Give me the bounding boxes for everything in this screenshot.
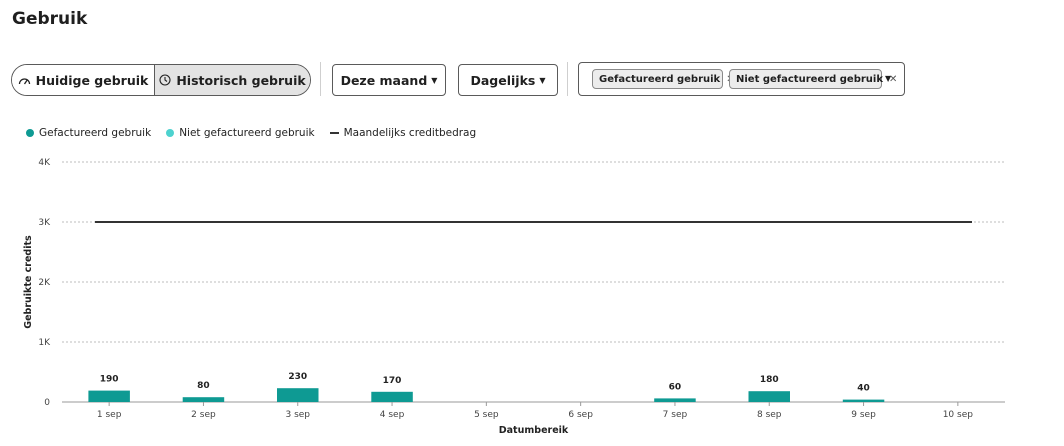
bar-data-label: 190 — [100, 375, 119, 385]
y-axis-title: Gebruikte credits — [23, 235, 34, 329]
x-tick-label: 9 sep — [851, 410, 876, 420]
x-tick-label: 1 sep — [97, 410, 122, 420]
x-tick-label: 7 sep — [663, 410, 688, 420]
x-tick-label: 8 sep — [757, 410, 782, 420]
x-tick-label: 4 sep — [380, 410, 405, 420]
bar-billed — [88, 390, 130, 402]
y-tick-label: 2K — [38, 278, 51, 288]
bar-data-label: 230 — [288, 372, 307, 382]
bar-data-label: 80 — [197, 381, 210, 391]
bar-billed — [182, 397, 225, 402]
y-tick-label: 4K — [38, 158, 51, 168]
y-tick-label: 0 — [44, 398, 50, 408]
bar-data-label: 180 — [760, 375, 779, 385]
x-tick-label: 3 sep — [285, 410, 310, 420]
x-tick-label: 10 sep — [943, 410, 974, 420]
y-tick-label: 1K — [38, 338, 51, 348]
x-axis-title: Datumbereik — [499, 425, 569, 436]
x-tick-label: 2 sep — [191, 410, 216, 420]
y-tick-label: 3K — [38, 218, 51, 228]
bar-billed — [277, 388, 319, 402]
x-tick-label: 5 sep — [474, 410, 499, 420]
usage-bar-chart: 0 1K 2K 3K 4K 190 1 sep 80 2 sep 230 3 sep 170 4 sep… — [23, 158, 1005, 436]
x-tick-label: 6 sep — [568, 410, 593, 420]
bar-billed — [654, 398, 696, 402]
bar-data-label: 170 — [383, 376, 402, 386]
bar-billed — [371, 391, 413, 402]
bar-data-label: 40 — [857, 384, 870, 394]
bar-data-label: 60 — [669, 382, 682, 392]
bar-billed — [842, 399, 885, 402]
bar-billed — [748, 391, 790, 402]
